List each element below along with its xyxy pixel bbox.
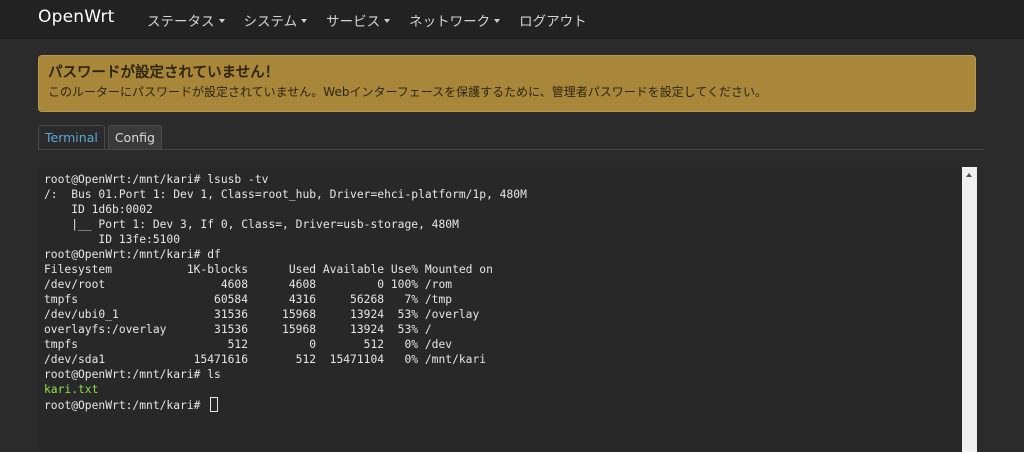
menu-services[interactable]: サービス	[326, 10, 391, 30]
terminal-line: kari.txt	[44, 383, 99, 396]
terminal-line: root@OpenWrt:/mnt/kari#	[44, 397, 527, 412]
menu-status[interactable]: ステータス	[147, 10, 225, 30]
terminal-line: Filesystem 1K-blocks Used Available Use%…	[44, 263, 493, 276]
tab-divider	[38, 149, 984, 150]
chevron-down-icon	[384, 19, 391, 23]
menu-services-label: サービス	[326, 14, 381, 30]
alert-title: パスワードが設定されていません！	[48, 65, 280, 81]
terminal-line: /dev/ubi0_1 31536 15968 13924 53% /overl…	[44, 308, 480, 321]
terminal-line: /dev/root 4608 4608 0 100% /rom	[44, 278, 453, 291]
alert-message: このルーターにパスワードが設定されていません。Webインターフェースを保護するた…	[48, 85, 768, 99]
menu-network-label: ネットワーク	[409, 14, 491, 30]
no-password-alert: パスワードが設定されていません！ このルーターにパスワードが設定されていません。…	[38, 55, 976, 112]
menu-status-label: ステータス	[147, 14, 215, 30]
terminal-line: ID 13fe:5100	[44, 233, 181, 246]
terminal-line: root@OpenWrt:/mnt/kari# lsusb -tv	[44, 173, 269, 186]
menu-logout-label: ログアウト	[519, 14, 587, 30]
scroll-up-icon[interactable]	[966, 173, 972, 177]
chevron-down-icon	[494, 19, 501, 23]
chevron-down-icon	[218, 19, 225, 23]
tab-terminal[interactable]: Terminal	[38, 125, 105, 150]
menu-system-label: システム	[243, 14, 298, 30]
terminal-line: root@OpenWrt:/mnt/kari# ls	[44, 368, 221, 381]
top-navbar: OpenWrt ステータス システム サービス ネットワーク ログアウト	[0, 0, 1024, 39]
tab-bar: Terminal Config	[38, 125, 165, 150]
terminal-line: ID 1d6b:0002	[44, 203, 153, 216]
terminal-output: root@OpenWrt:/mnt/kari# lsusb -tv /: Bus …	[44, 172, 527, 412]
terminal-line: /: Bus 01.Port 1: Dev 1, Class=root_hub,…	[44, 188, 527, 201]
tab-config[interactable]: Config	[107, 125, 162, 150]
terminal-window[interactable]: root@OpenWrt:/mnt/kari# lsusb -tv /: Bus …	[38, 167, 962, 452]
menu-system[interactable]: システム	[244, 10, 308, 30]
chevron-down-icon	[301, 19, 308, 23]
terminal-scrollbar[interactable]	[962, 167, 977, 452]
brand-logo[interactable]: OpenWrt	[38, 7, 115, 27]
terminal-line: root@OpenWrt:/mnt/kari# df	[44, 248, 221, 261]
terminal-cursor	[210, 397, 219, 412]
terminal-line: tmpfs 60584 4316 56268 7% /tmp	[44, 293, 453, 306]
terminal-line: tmpfs 512 0 512 0% /dev	[44, 338, 453, 351]
terminal-line: /dev/sda1 15471616 512 15471104 0% /mnt/…	[44, 353, 487, 366]
terminal-line: overlayfs:/overlay 31536 15968 13924 53%…	[44, 323, 432, 336]
menu-network[interactable]: ネットワーク	[409, 10, 501, 30]
menu-logout[interactable]: ログアウト	[519, 10, 587, 30]
main-menu: ステータス システム サービス ネットワーク ログアウト	[147, 10, 606, 30]
terminal-line: |__ Port 1: Dev 3, If 0, Class=, Driver=…	[44, 218, 459, 231]
